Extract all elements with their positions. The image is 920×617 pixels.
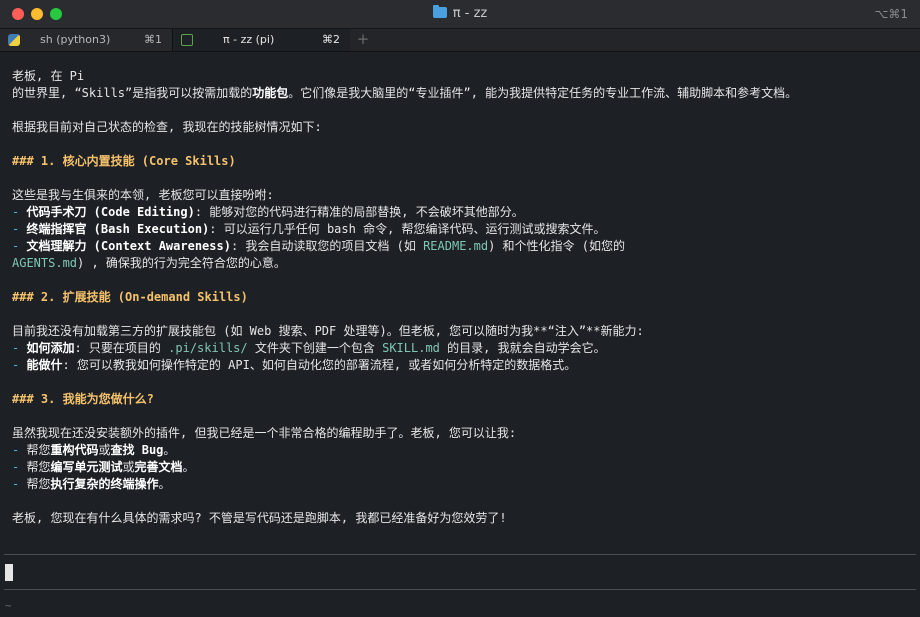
output-line: 目前我还没有加载第三方的扩展技能包 (如 Web 搜索、PDF 处理等)。但老板… — [12, 323, 912, 340]
text-span: 老板, 在 Pi — [12, 69, 85, 83]
list-bullet: - — [12, 477, 27, 491]
output-line: 虽然我现在还没安装额外的插件, 但我已经是一个非常合格的编程助手了。老板, 您可… — [12, 425, 912, 442]
text-span: 能做什 — [26, 358, 63, 372]
window-title: π - zz — [0, 5, 920, 21]
output-line: - 如何添加: 只要在项目的 .pi/skills/ 文件夹下创建一个包含 SK… — [12, 340, 912, 357]
divider — [4, 589, 916, 590]
node-icon — [181, 34, 193, 46]
text-span: : 我会自动读取您的项目文档 (如 — [230, 239, 424, 253]
inline-code: README.md — [423, 239, 489, 253]
list-bullet: - — [12, 205, 27, 219]
window-title-text: π - zz — [452, 6, 488, 21]
list-bullet: - — [12, 358, 27, 372]
window-shortcut: ⌥⌘1 — [874, 7, 908, 21]
list-bullet: - — [12, 222, 27, 236]
section-heading: ### 1. 核心内置技能 (Core Skills) — [12, 154, 236, 168]
output-line: 根据我目前对自己状态的检查, 我现在的技能树情况如下: — [12, 119, 912, 136]
output-line: - 文档理解力 (Context Awareness): 我会自动读取您的项目文… — [12, 238, 912, 255]
inline-code: AGENTS.md — [12, 256, 78, 270]
list-bullet: - — [12, 443, 27, 457]
output-line: ### 2. 扩展技能 (On-demand Skills) — [12, 289, 912, 306]
text-span: 如何添加 — [26, 341, 75, 355]
text-span: 帮您 — [26, 477, 51, 491]
text-span: 重构代码 — [50, 443, 99, 457]
text-span: 执行复杂的终端操作 — [50, 477, 159, 491]
text-span: : 您可以教我如何操作特定的 API、如何自动化您的部署流程, 或者如何分析特定… — [62, 358, 577, 372]
text-span: 完善文档 — [134, 460, 183, 474]
new-tab-button[interactable]: + — [355, 29, 371, 51]
tab-pi-zz[interactable]: π - zz (pi) ⌘2 — [173, 29, 350, 51]
text-span: 功能包 — [252, 86, 289, 100]
output-line: ### 1. 核心内置技能 (Core Skills) — [12, 153, 912, 170]
title-bar: π - zz ⌥⌘1 — [0, 0, 920, 29]
text-span: 根据我目前对自己状态的检查, 我现在的技能树情况如下: — [12, 120, 322, 134]
text-span: 或 — [122, 460, 135, 474]
output-line: - 帮您执行复杂的终端操作。 — [12, 476, 912, 493]
text-span: 这些是我与生俱来的本领, 老板您可以直接吩咐: — [12, 188, 274, 202]
text-span: 。 — [163, 443, 176, 457]
output-line: 老板, 您现在有什么具体的需求吗? 不管是写代码还是跑脚本, 我都已经准备好为您… — [12, 510, 912, 527]
list-bullet: - — [12, 239, 27, 253]
inline-code: SKILL.md — [382, 341, 440, 355]
text-span: 老板, 您现在有什么具体的需求吗? 不管是写代码还是跑脚本, 我都已经准备好为您… — [12, 511, 507, 525]
text-span: 帮您 — [26, 460, 51, 474]
output-line: AGENTS.md) , 确保我的行为完全符合您的心意。 — [12, 255, 912, 272]
terminal-output: 老板, 在 Pi 的世界里, “Skills”是指我可以按需加载的功能包。它们像是… — [12, 68, 912, 527]
text-span: : 可以运行几乎任何 bash 命令, 帮您编译代码、运行测试或搜索文件。 — [209, 222, 606, 236]
tab-label: sh (python3) — [40, 33, 111, 46]
text-span: 。 — [158, 477, 171, 491]
text-span: 目前我还没有加载第三方的扩展技能包 (如 Web 搜索、PDF 处理等)。但老板… — [12, 324, 644, 338]
text-span: 。它们像是我大脑里的“专业插件”, 能为我提供特定任务的专业工作流、辅助脚本和参… — [288, 86, 798, 100]
text-span: 代码手术刀 (Code Editing) — [26, 205, 195, 219]
output-line: ### 3. 我能为您做什么? — [12, 391, 912, 408]
output-line: 老板, 在 Pi — [12, 68, 912, 85]
text-span: : 能够对您的代码进行精准的局部替换, 不会破坏其他部分。 — [194, 205, 524, 219]
text-span: 文档理解力 (Context Awareness) — [26, 239, 231, 253]
cwd-indicator: ~ — [5, 599, 12, 612]
text-span: 文件夹下创建一个包含 — [247, 341, 383, 355]
text-span: 编写单元测试 — [50, 460, 123, 474]
output-line: - 终端指挥官 (Bash Execution): 可以运行几乎任何 bash … — [12, 221, 912, 238]
output-line: - 代码手术刀 (Code Editing): 能够对您的代码进行精准的局部替换… — [12, 204, 912, 221]
tab-sh-python3[interactable]: sh (python3) ⌘1 — [0, 29, 173, 51]
text-span: ) , 确保我的行为完全符合您的心意。 — [77, 256, 286, 270]
tab-bar: sh (python3) ⌘1 π - zz (pi) ⌘2 + — [0, 29, 920, 52]
folder-icon — [432, 5, 447, 18]
list-bullet: - — [12, 341, 27, 355]
output-line: - 帮您编写单元测试或完善文档。 — [12, 459, 912, 476]
output-line: 的世界里, “Skills”是指我可以按需加载的功能包。它们像是我大脑里的“专业… — [12, 85, 912, 102]
tab-shortcut: ⌘1 — [144, 33, 162, 46]
tab-shortcut: ⌘2 — [322, 33, 340, 46]
section-heading: ### 3. 我能为您做什么? — [12, 392, 154, 406]
text-span: 的世界里, “Skills”是指我可以按需加载的 — [12, 86, 253, 100]
text-span: ) 和个性化指令 (如您的 — [488, 239, 626, 253]
section-heading: ### 2. 扩展技能 (On-demand Skills) — [12, 290, 248, 304]
text-span: 终端指挥官 (Bash Execution) — [26, 222, 210, 236]
inline-code: .pi/skills/ — [168, 341, 248, 355]
text-span: 或 — [98, 443, 111, 457]
list-bullet: - — [12, 460, 27, 474]
text-span: 。 — [182, 460, 195, 474]
output-line: - 帮您重构代码或查找 Bug。 — [12, 442, 912, 459]
input-cursor[interactable] — [5, 564, 13, 581]
text-span: : 只要在项目的 — [74, 341, 169, 355]
python-icon — [8, 34, 20, 46]
text-span: 帮您 — [26, 443, 51, 457]
text-span: 虽然我现在还没安装额外的插件, 但我已经是一个非常合格的编程助手了。老板, 您可… — [12, 426, 517, 440]
terminal-window: π - zz ⌥⌘1 sh (python3) ⌘1 π - zz (pi) ⌘… — [0, 0, 920, 617]
tab-label: π - zz (pi) — [223, 33, 275, 46]
divider — [4, 554, 916, 555]
output-line: 这些是我与生俱来的本领, 老板您可以直接吩咐: — [12, 187, 912, 204]
output-line: - 能做什: 您可以教我如何操作特定的 API、如何自动化您的部署流程, 或者如… — [12, 357, 912, 374]
text-span: 查找 Bug — [110, 443, 164, 457]
text-span: 的目录, 我就会自动学会它。 — [439, 341, 606, 355]
